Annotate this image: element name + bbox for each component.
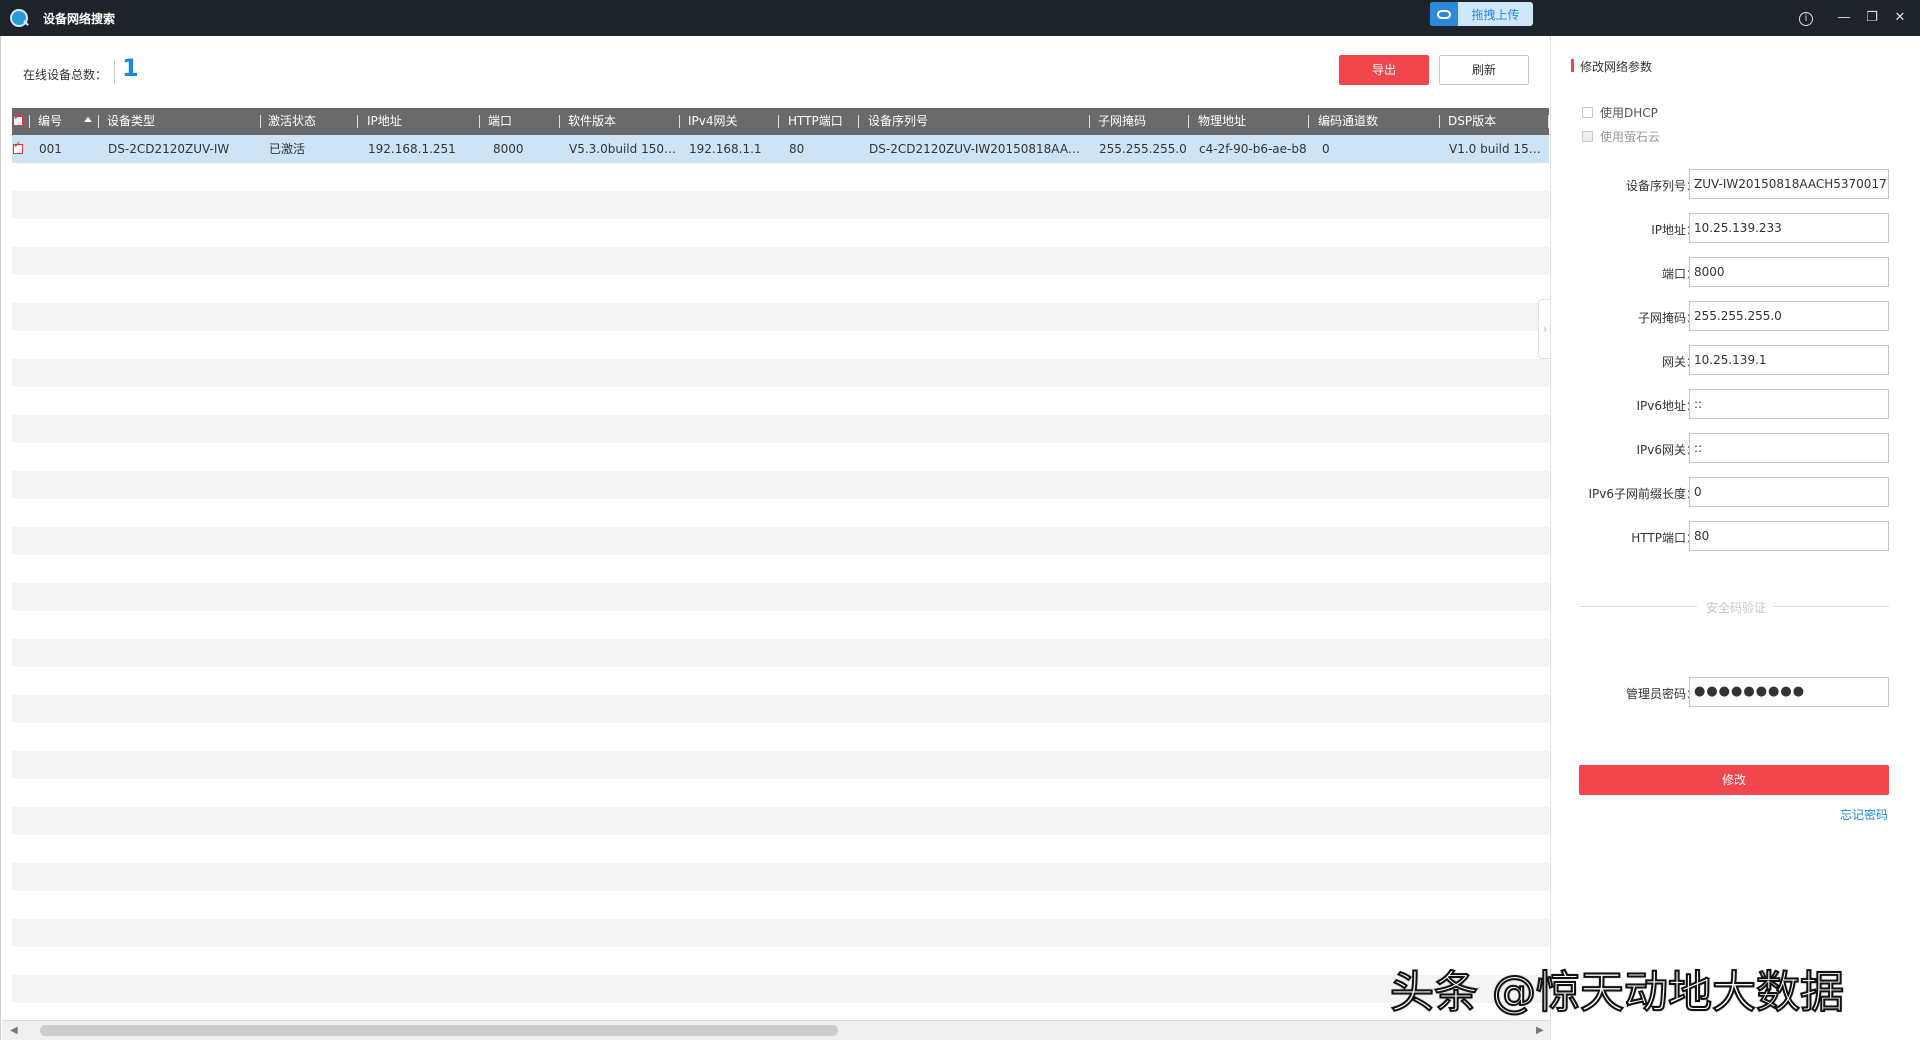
- col-header-ip[interactable]: IP地址: [367, 108, 402, 135]
- port-field[interactable]: 8000: [1689, 257, 1889, 287]
- empty-row: [12, 415, 1549, 443]
- empty-row: [12, 471, 1549, 499]
- col-header-mac[interactable]: 物理地址: [1198, 108, 1246, 135]
- device-list-area: 在线设备总数： 1 导出 刷新 编号 设备类型 激活状态 IP地址 端口 软件版…: [0, 36, 1551, 1040]
- cell-mask: 255.255.255.0: [1099, 142, 1187, 156]
- refresh-button[interactable]: 刷新: [1439, 55, 1529, 85]
- watermark: 头条 @惊天动地大数据: [1389, 966, 1845, 1019]
- mask-field[interactable]: 255.255.255.0: [1689, 301, 1889, 331]
- cell-software: V5.3.0build 1505...: [569, 142, 679, 156]
- export-button[interactable]: 导出: [1339, 55, 1429, 85]
- ipv6-field[interactable]: ::: [1689, 389, 1889, 419]
- empty-row: [12, 247, 1549, 275]
- empty-row: [12, 807, 1549, 835]
- table-header: 编号 设备类型 激活状态 IP地址 端口 软件版本 IPv4网关 HTTP端口 …: [12, 108, 1549, 135]
- horizontal-scrollbar[interactable]: ◀ ▶: [2, 1020, 1551, 1040]
- window-title: 设备网络搜索: [43, 12, 116, 26]
- cell-dsp: V1.0 build 150...: [1449, 142, 1547, 156]
- sort-asc-icon[interactable]: [84, 117, 92, 122]
- empty-row: [12, 303, 1549, 331]
- row-checkbox[interactable]: [13, 140, 23, 154]
- select-all-checkbox[interactable]: [13, 112, 23, 126]
- online-count-value: 1: [122, 54, 139, 82]
- cell-gateway: 192.168.1.1: [689, 142, 762, 156]
- panel-title: 修改网络参数: [1571, 58, 1652, 75]
- table-row[interactable]: 001 DS-2CD2120ZUV-IW 已激活 192.168.1.251 8…: [12, 135, 1549, 163]
- cell-channels: 0: [1322, 142, 1330, 156]
- empty-row: [12, 527, 1549, 555]
- col-header-no[interactable]: 编号: [38, 108, 62, 135]
- col-header-port[interactable]: 端口: [488, 108, 512, 135]
- info-icon[interactable]: i: [1796, 8, 1816, 28]
- upload-badge-label: 拖拽上传: [1471, 7, 1520, 22]
- col-header-dsp[interactable]: DSP版本: [1448, 108, 1496, 135]
- empty-row: [12, 919, 1549, 947]
- close-button[interactable]: ✕: [1890, 8, 1910, 28]
- empty-row: [12, 191, 1549, 219]
- col-header-type[interactable]: 设备类型: [107, 108, 155, 135]
- empty-row: [12, 751, 1549, 779]
- network-params-panel: 修改网络参数 使用DHCP 使用萤石云 设备序列号： ZUV-IW2015081…: [1550, 36, 1920, 1040]
- modify-button[interactable]: 修改: [1579, 765, 1889, 795]
- password-field[interactable]: ●●●●●●●●●: [1689, 677, 1889, 707]
- password-label: 管理员密码：: [1625, 687, 1698, 701]
- empty-row: [12, 359, 1549, 387]
- http-port-field[interactable]: 80: [1689, 521, 1889, 551]
- cell-type: DS-2CD2120ZUV-IW: [108, 142, 230, 156]
- col-header-mask[interactable]: 子网掩码: [1098, 108, 1146, 135]
- chevron-right-icon: ›: [1542, 322, 1548, 336]
- cell-status: 已激活: [269, 142, 306, 156]
- search-app-icon: [10, 9, 28, 27]
- upload-badge[interactable]: 拖拽上传: [1430, 2, 1533, 26]
- col-header-http[interactable]: HTTP端口: [788, 108, 843, 135]
- ezviz-checkbox[interactable]: 使用萤石云: [1582, 128, 1660, 145]
- scroll-left-icon[interactable]: ◀: [10, 1025, 18, 1036]
- maximize-button[interactable]: ❐: [1862, 8, 1882, 28]
- title-bar: 设备网络搜索 拖拽上传 i — ❐ ✕: [0, 0, 1920, 36]
- divider: [1773, 606, 1889, 607]
- empty-row: [12, 695, 1549, 723]
- ipv6-prefix-field[interactable]: 0: [1689, 477, 1889, 507]
- serial-field[interactable]: ZUV-IW20150818AACH537001774: [1689, 169, 1889, 199]
- cloud-icon: [1430, 2, 1458, 26]
- ip-field[interactable]: 10.25.139.233: [1689, 213, 1889, 243]
- col-header-serial[interactable]: 设备序列号: [868, 108, 928, 135]
- col-header-channels[interactable]: 编码通道数: [1318, 108, 1378, 135]
- gateway-field[interactable]: 10.25.139.1: [1689, 345, 1889, 375]
- cell-port: 8000: [493, 142, 524, 156]
- empty-row: [12, 639, 1549, 667]
- divider: [1579, 606, 1697, 607]
- col-header-status[interactable]: 激活状态: [268, 108, 316, 135]
- cell-no: 001: [39, 142, 62, 156]
- forgot-password-link[interactable]: 忘记密码: [1840, 806, 1888, 823]
- cell-ip: 192.168.1.251: [368, 142, 456, 156]
- scrollbar-thumb[interactable]: [40, 1025, 838, 1036]
- serial-label: 设备序列号：: [1625, 179, 1698, 193]
- col-header-software[interactable]: 软件版本: [568, 108, 616, 135]
- empty-row: [12, 975, 1549, 1003]
- ipv6-gateway-field[interactable]: ::: [1689, 433, 1889, 463]
- cell-mac: c4-2f-90-b6-ae-b8: [1199, 142, 1307, 156]
- empty-row: [12, 583, 1549, 611]
- divider: [114, 60, 115, 84]
- scroll-right-icon[interactable]: ▶: [1536, 1025, 1544, 1036]
- empty-row: [12, 863, 1549, 891]
- col-header-gateway[interactable]: IPv4网关: [688, 108, 738, 135]
- minimize-button[interactable]: —: [1834, 8, 1854, 28]
- dhcp-checkbox[interactable]: 使用DHCP: [1582, 104, 1658, 121]
- cell-serial: DS-2CD2120ZUV-IW20150818AACH...: [869, 142, 1087, 156]
- online-count-label: 在线设备总数：: [23, 68, 108, 82]
- security-divider-label: 安全码验证: [1705, 601, 1766, 615]
- ipv6-prefix-label: IPv6子网前缀长度：: [1588, 487, 1698, 501]
- http-port-label: HTTP端口：: [1631, 531, 1698, 545]
- cell-http-port: 80: [789, 142, 805, 156]
